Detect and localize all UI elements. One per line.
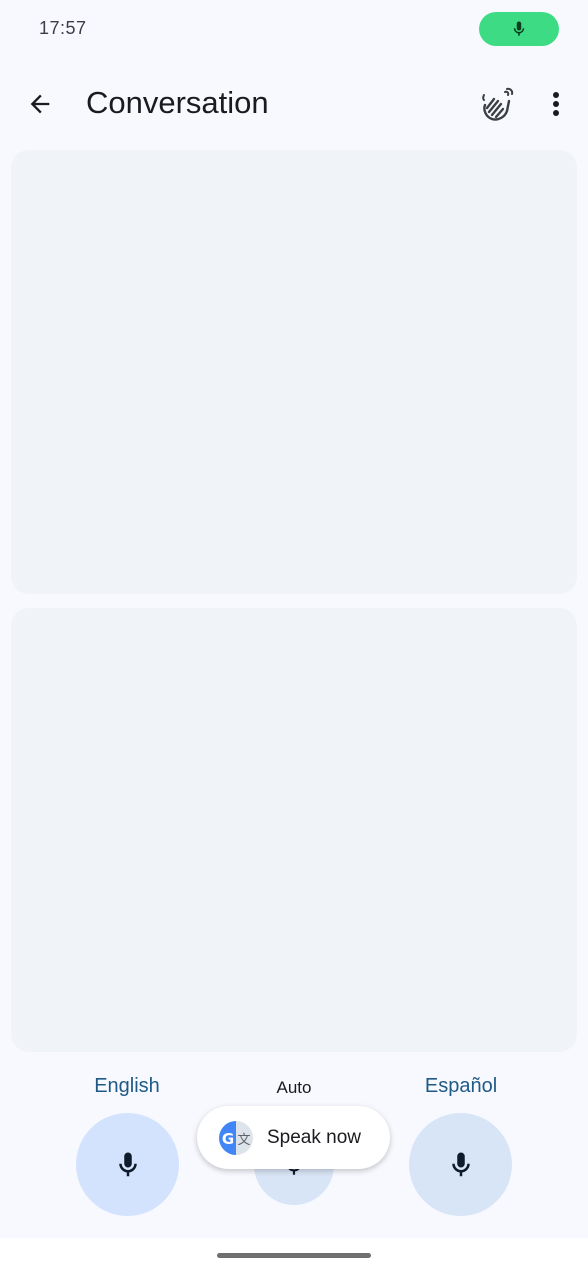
language-auto-label: Auto <box>276 1078 312 1097</box>
wave-hand-button[interactable] <box>474 82 518 126</box>
back-arrow-icon <box>30 94 50 114</box>
mic-icon <box>451 1152 470 1176</box>
mic-in-use-indicator[interactable] <box>479 12 559 46</box>
translation-panel-top <box>11 150 577 594</box>
home-gesture-handle[interactable] <box>217 1253 371 1258</box>
logo-glyph: 文 <box>237 1133 250 1148</box>
mic-button-english[interactable] <box>76 1113 179 1216</box>
translation-panel-bottom <box>11 608 577 1052</box>
language-left-label[interactable]: English <box>66 1075 188 1098</box>
page-title: Conversation <box>86 85 269 120</box>
navigation-bar <box>0 1238 588 1273</box>
google-translate-logo-icon: G 文 <box>219 1120 253 1155</box>
mic-icon <box>118 1152 137 1176</box>
more-options-button[interactable] <box>534 82 578 126</box>
language-right-label[interactable]: Español <box>400 1075 522 1098</box>
status-bar: 17:57 <box>0 0 588 60</box>
mic-icon <box>513 21 525 36</box>
back-button[interactable] <box>18 82 62 126</box>
status-time: 17:57 <box>39 18 87 38</box>
speak-now-text: Speak now <box>267 1126 362 1148</box>
speak-now-toast: G 文 Speak now <box>197 1106 390 1169</box>
wave-hand-icon <box>482 87 514 121</box>
mic-button-espanol[interactable] <box>409 1113 512 1216</box>
more-vert-icon <box>553 92 559 116</box>
app-bar: Conversation <box>0 70 588 140</box>
logo-letter: G <box>222 1130 234 1148</box>
